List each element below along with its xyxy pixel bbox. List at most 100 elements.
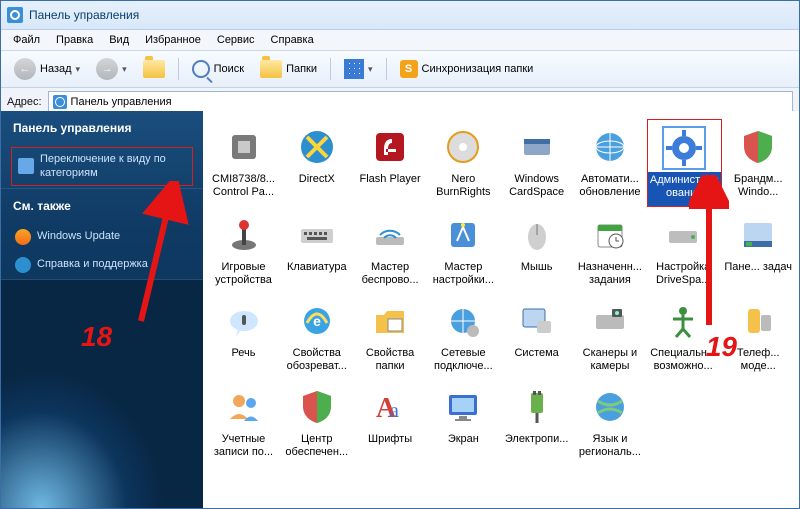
grid-item-6[interactable]: Администрирование — [647, 119, 722, 207]
toolbar-up-button[interactable] — [136, 54, 172, 84]
window-title: Панель управления — [29, 8, 139, 22]
grid-item-24[interactable]: Учетные записи по... — [207, 379, 280, 465]
address-field[interactable]: Панель управления — [48, 91, 793, 113]
grid-item-label: Настройка DriveSpa... — [647, 259, 720, 293]
grid-item-13[interactable]: Назначенн... задания — [573, 207, 646, 293]
folder-up-icon — [143, 60, 165, 78]
grid-item-label: Система — [512, 345, 560, 379]
speech-icon — [220, 297, 268, 345]
grid-item-29[interactable]: Язык и региональ... — [573, 379, 646, 465]
drive-icon — [659, 211, 707, 259]
grid-item-9[interactable]: Клавиатура — [280, 207, 353, 293]
grid-item-label: Пане... задач — [722, 259, 794, 293]
grid-item-label: Брандм... Windo... — [722, 171, 795, 205]
grid-item-label: Мастер беспрово... — [354, 259, 427, 293]
icon-grid: CMI8738/8... Control Pa...DirectXFlash P… — [207, 119, 795, 465]
joystick-icon — [220, 211, 268, 259]
cardspace-icon — [513, 123, 561, 171]
grid-item-17[interactable]: eСвойства обозреват... — [280, 293, 353, 379]
grid-item-8[interactable]: Игровые устройства — [207, 207, 280, 293]
address-value: Панель управления — [71, 96, 172, 108]
toolbar-forward-button[interactable]: → ▾ — [89, 54, 134, 84]
grid-item-label: Мастер настройки... — [427, 259, 500, 293]
toolbar-sync-label: Синхронизация папки — [422, 63, 534, 75]
grid-item-label: Электропи... — [503, 431, 571, 465]
toolbar-views-button[interactable]: ▾ — [337, 54, 380, 84]
grid-item-12[interactable]: Мышь — [500, 207, 573, 293]
grid-item-25[interactable]: Центр обеспечен... — [280, 379, 353, 465]
toolbar-folders-label: Папки — [286, 63, 317, 75]
grid-item-18[interactable]: Свойства папки — [354, 293, 427, 379]
grid-item-20[interactable]: Система — [500, 293, 573, 379]
annotation-number-18: 18 — [81, 321, 112, 353]
system-icon — [513, 297, 561, 345]
grid-item-label: Свойства папки — [354, 345, 427, 379]
phone-icon — [734, 297, 782, 345]
toolbar-separator — [330, 58, 331, 80]
grid-item-2[interactable]: Flash Player — [354, 119, 427, 207]
toolbar-search-button[interactable]: Поиск — [185, 54, 251, 84]
grid-item-11[interactable]: Мастер настройки... — [427, 207, 500, 293]
grid-item-label: Учетные записи по... — [207, 431, 280, 465]
toolbar-back-button[interactable]: ← Назад ▾ — [7, 54, 87, 84]
toolbar-back-label: Назад — [40, 63, 72, 75]
menu-help[interactable]: Справка — [263, 32, 322, 48]
address-label: Адрес: — [7, 96, 42, 108]
app-icon — [7, 7, 23, 23]
views-grid-icon — [344, 59, 364, 79]
toolbar-separator — [386, 58, 387, 80]
grid-item-27[interactable]: Экран — [427, 379, 500, 465]
sidebar-item-switch-view[interactable]: Переключение к виду по категориям — [11, 147, 193, 186]
grid-item-10[interactable]: Мастер беспрово... — [354, 207, 427, 293]
toolbar-search-label: Поиск — [214, 63, 244, 75]
grid-item-label: Windows CardSpace — [500, 171, 573, 205]
shield-icon — [734, 123, 782, 171]
scanner-icon — [586, 297, 634, 345]
access-icon — [659, 297, 707, 345]
grid-item-5[interactable]: Автомати... обновление — [573, 119, 646, 207]
grid-item-label: Сканеры и камеры — [573, 345, 646, 379]
svg-text:e: e — [313, 313, 321, 329]
sidebar-item-help[interactable]: Справка и поддержка — [1, 251, 203, 279]
sidebar-item-label: Windows Update — [37, 229, 189, 243]
menubar: Файл Правка Вид Избранное Сервис Справка — [1, 30, 799, 51]
sidebar-header: См. также — [1, 189, 203, 223]
sidebar-item-label: Переключение к виду по категориям — [40, 152, 186, 181]
sidebar-item-label: Справка и поддержка — [37, 257, 189, 271]
power-icon — [513, 383, 561, 431]
grid-item-label: Назначенн... задания — [573, 259, 646, 293]
grid-item-14[interactable]: Настройка DriveSpa... — [647, 207, 720, 293]
grid-item-1[interactable]: DirectX — [280, 119, 353, 207]
wizard-icon — [439, 211, 487, 259]
grid-item-15[interactable]: Пане... задач — [722, 207, 795, 293]
toolbar-separator — [178, 58, 179, 80]
grid-item-label: Речь — [229, 345, 257, 379]
menu-edit[interactable]: Правка — [48, 32, 101, 48]
sidebar-item-windows-update[interactable]: Windows Update — [1, 223, 203, 251]
sidebar: Панель управления Переключение к виду по… — [1, 111, 203, 508]
switch-view-icon — [18, 158, 34, 174]
menu-favorites[interactable]: Избранное — [137, 32, 209, 48]
toolbar-folders-button[interactable]: Папки — [253, 54, 324, 84]
security-icon — [293, 383, 341, 431]
grid-item-19[interactable]: Сетевые подключе... — [427, 293, 500, 379]
toolbar-sync-button[interactable]: S Синхронизация папки — [393, 54, 541, 84]
grid-item-26[interactable]: AaШрифты — [354, 379, 427, 465]
chevron-down-icon: ▾ — [122, 64, 127, 75]
menu-tools[interactable]: Сервис — [209, 32, 263, 48]
grid-item-21[interactable]: Сканеры и камеры — [573, 293, 646, 379]
forward-arrow-icon: → — [96, 58, 118, 80]
taskbar-icon — [734, 211, 782, 259]
grid-item-label: Язык и региональ... — [573, 431, 646, 465]
grid-item-7[interactable]: Брандм... Windo... — [722, 119, 795, 207]
grid-item-16[interactable]: Речь — [207, 293, 280, 379]
grid-item-0[interactable]: CMI8738/8... Control Pa... — [207, 119, 280, 207]
grid-item-label: CMI8738/8... Control Pa... — [207, 171, 280, 205]
body: Панель управления Переключение к виду по… — [1, 111, 799, 508]
grid-item-28[interactable]: Электропи... — [500, 379, 573, 465]
menu-file[interactable]: Файл — [5, 32, 48, 48]
grid-item-4[interactable]: Windows CardSpace — [500, 119, 573, 207]
display-icon — [439, 383, 487, 431]
grid-item-3[interactable]: Nero BurnRights — [427, 119, 500, 207]
menu-view[interactable]: Вид — [101, 32, 137, 48]
